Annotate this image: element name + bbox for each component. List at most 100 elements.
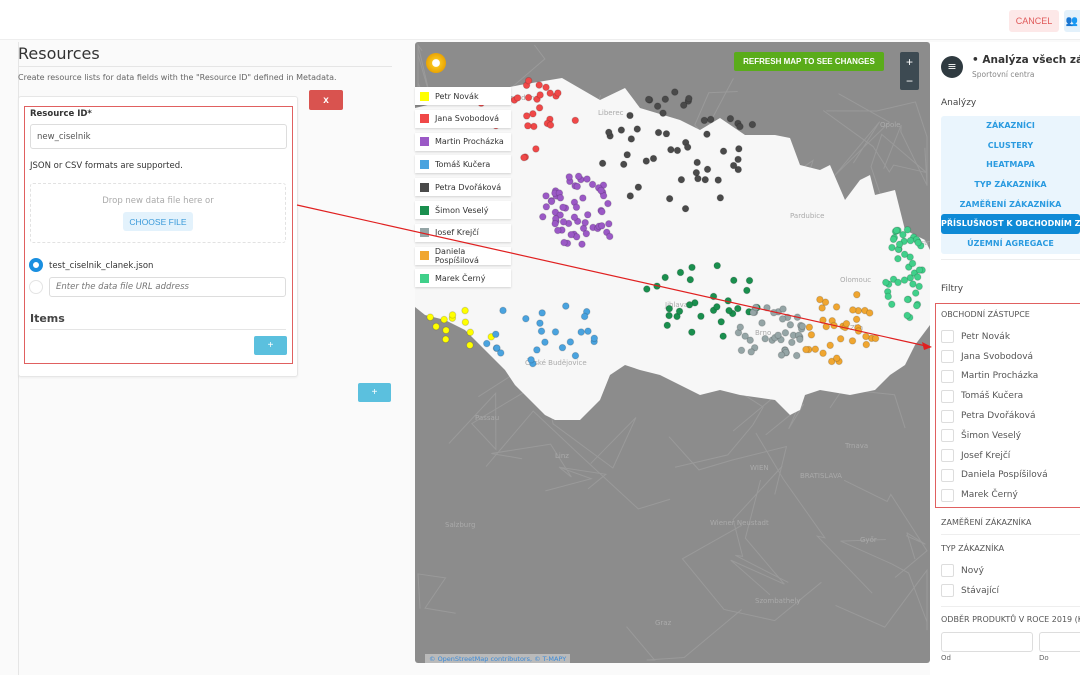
customer-marker[interactable] — [736, 122, 744, 131]
customer-marker[interactable] — [577, 328, 585, 336]
analysis-tab[interactable]: ÚZEMNÍ AGREGACE — [941, 234, 1080, 254]
customer-marker[interactable] — [899, 230, 907, 239]
customer-marker[interactable] — [694, 174, 702, 183]
customer-marker[interactable] — [747, 348, 756, 356]
customer-marker[interactable] — [623, 150, 632, 159]
customer-marker[interactable] — [649, 154, 658, 163]
customer-marker[interactable] — [573, 182, 582, 191]
checkbox[interactable] — [941, 330, 954, 344]
customer-marker[interactable] — [527, 355, 535, 364]
customer-marker[interactable] — [499, 306, 507, 315]
customer-marker[interactable] — [911, 289, 920, 297]
customer-marker[interactable] — [598, 207, 606, 216]
customer-marker[interactable] — [724, 297, 732, 305]
customer-marker[interactable] — [777, 351, 786, 359]
customer-marker[interactable] — [697, 312, 705, 321]
checkbox[interactable] — [941, 429, 954, 443]
customer-marker[interactable] — [796, 335, 804, 344]
customer-marker[interactable] — [700, 116, 709, 125]
customer-marker[interactable] — [719, 147, 728, 155]
customer-marker[interactable] — [734, 155, 742, 164]
customer-marker[interactable] — [688, 263, 696, 272]
customer-marker[interactable] — [779, 305, 787, 313]
customer-marker[interactable] — [432, 322, 440, 331]
customer-marker[interactable] — [642, 157, 651, 165]
checkbox[interactable] — [941, 369, 954, 383]
customer-marker[interactable] — [903, 311, 911, 320]
customer-marker[interactable] — [822, 322, 831, 331]
customer-marker[interactable] — [713, 261, 722, 270]
customer-marker[interactable] — [533, 346, 541, 354]
customer-marker[interactable] — [725, 306, 733, 315]
customer-marker[interactable] — [871, 334, 880, 343]
customer-marker[interactable] — [703, 165, 712, 174]
customer-marker[interactable] — [661, 95, 670, 104]
customer-marker[interactable] — [807, 331, 816, 339]
customer-marker[interactable] — [778, 315, 787, 323]
customer-marker[interactable] — [693, 158, 701, 167]
customer-marker[interactable] — [736, 323, 745, 331]
customer-marker[interactable] — [733, 304, 742, 313]
customer-marker[interactable] — [894, 254, 902, 263]
customer-marker[interactable] — [741, 332, 749, 340]
customer-marker[interactable] — [681, 204, 690, 213]
customer-marker[interactable] — [644, 95, 653, 104]
analysis-tab[interactable]: TYP ZÁKAZNÍKA — [941, 175, 1080, 195]
customer-marker[interactable] — [688, 328, 696, 336]
customer-marker[interactable] — [461, 306, 469, 315]
customer-marker[interactable] — [579, 194, 587, 202]
customer-marker[interactable] — [619, 160, 628, 169]
refresh-map-button[interactable]: REFRESH MAP TO SEE CHANGES — [734, 52, 884, 71]
customer-marker[interactable] — [554, 89, 562, 97]
customer-marker[interactable] — [570, 213, 579, 222]
customer-marker[interactable] — [562, 302, 570, 310]
customer-marker[interactable] — [520, 153, 528, 162]
filter-checkbox-row[interactable]: Petr Novák — [941, 327, 1080, 347]
filter-checkbox-row[interactable]: Nový — [941, 561, 1080, 581]
customer-marker[interactable] — [440, 315, 448, 324]
customer-marker[interactable] — [819, 349, 827, 358]
customer-marker[interactable] — [532, 145, 540, 153]
customer-marker[interactable] — [559, 203, 567, 212]
customer-marker[interactable] — [854, 327, 863, 335]
filter-checkbox-row[interactable]: Jana Svobodová — [941, 347, 1080, 367]
customer-marker[interactable] — [906, 236, 915, 245]
customer-marker[interactable] — [677, 175, 686, 184]
filter-checkbox-row[interactable]: Tomáš Kučera — [941, 386, 1080, 406]
customer-marker[interactable] — [826, 341, 834, 350]
customer-marker[interactable] — [627, 135, 636, 143]
customer-marker[interactable] — [654, 128, 663, 137]
customer-marker[interactable] — [553, 226, 562, 235]
file-option-radio[interactable] — [29, 258, 43, 272]
customer-marker[interactable] — [671, 88, 679, 96]
customer-marker[interactable] — [605, 232, 614, 241]
customer-marker[interactable] — [583, 210, 592, 219]
analysis-tab[interactable]: HEATMAPA — [941, 155, 1080, 175]
customer-marker[interactable] — [426, 313, 435, 321]
filter-checkbox-row[interactable]: Martin Procházka — [941, 367, 1080, 387]
customer-marker[interactable] — [832, 303, 841, 311]
customer-marker[interactable] — [895, 240, 904, 249]
customer-marker[interactable] — [745, 276, 754, 285]
customer-marker[interactable] — [706, 115, 715, 124]
customer-marker[interactable] — [558, 343, 567, 352]
users-button[interactable]: 👥 — [1064, 10, 1080, 32]
customer-marker[interactable] — [915, 282, 923, 291]
customer-marker[interactable] — [466, 328, 475, 337]
customer-marker[interactable] — [909, 280, 917, 288]
customer-marker[interactable] — [913, 273, 922, 281]
filter-checkbox-row[interactable]: Josef Krejčí — [941, 446, 1080, 466]
customer-marker[interactable] — [726, 114, 735, 123]
customer-marker[interactable] — [571, 116, 580, 125]
customer-marker[interactable] — [729, 161, 738, 170]
customer-marker[interactable] — [894, 278, 902, 287]
customer-marker[interactable] — [865, 309, 874, 317]
customer-marker[interactable] — [853, 290, 861, 299]
customer-marker[interactable] — [903, 295, 912, 304]
customer-marker[interactable] — [626, 111, 634, 120]
customer-marker[interactable] — [748, 120, 757, 129]
customer-marker[interactable] — [537, 327, 546, 335]
customer-marker[interactable] — [675, 307, 684, 316]
zoom-in-button[interactable]: + — [900, 52, 919, 71]
customer-marker[interactable] — [597, 221, 606, 230]
